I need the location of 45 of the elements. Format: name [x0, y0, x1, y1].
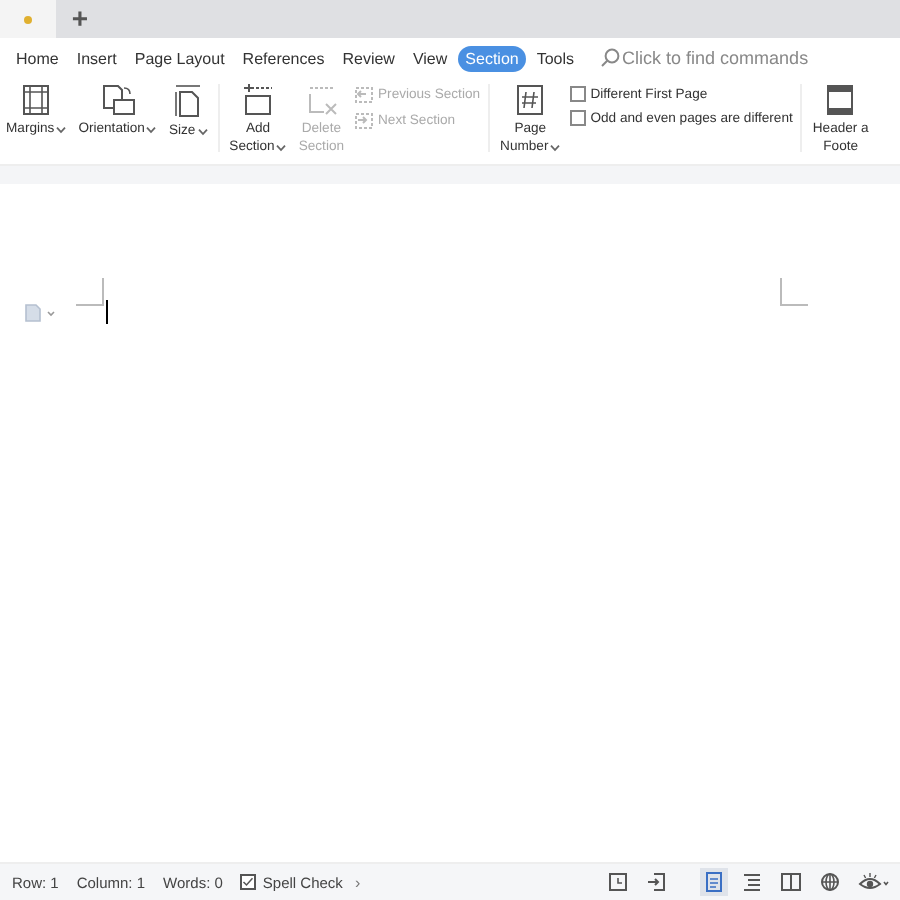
view-button[interactable] [816, 868, 844, 896]
menu-tab[interactable]: Page Layout [126, 45, 233, 71]
margins-icon [22, 84, 51, 116]
caret-icon [146, 125, 157, 133]
view-button[interactable] [642, 868, 670, 896]
page-size-icon [174, 84, 203, 118]
header-footer-icon [826, 84, 855, 116]
caret-icon [56, 125, 67, 133]
caret-icon [197, 127, 208, 135]
text-cursor [106, 300, 108, 324]
add-section-icon [242, 84, 274, 116]
previous-section-icon [354, 86, 375, 104]
globe-icon [820, 872, 840, 892]
view-button[interactable] [700, 868, 728, 896]
view-button[interactable] [776, 868, 806, 896]
checkbox[interactable] [570, 110, 587, 126]
menu-tab[interactable]: Review [334, 45, 403, 71]
view-button[interactable] [738, 868, 766, 896]
checkbox[interactable] [570, 86, 587, 102]
next-section-icon [354, 112, 375, 130]
menu-tab[interactable]: Insert [68, 45, 125, 71]
outline-icon [742, 872, 762, 892]
book-icon [780, 872, 802, 892]
menu-tab[interactable]: Tools [528, 45, 583, 71]
menu-tab[interactable]: Home [8, 45, 67, 71]
caret-icon [276, 143, 287, 151]
more-button[interactable]: › [354, 873, 361, 891]
corner-mark [76, 278, 104, 306]
eye-icon [858, 872, 890, 892]
unsaved-dot [24, 15, 32, 23]
checkbox[interactable] [240, 874, 257, 890]
search-icon [600, 48, 621, 68]
menu-tab[interactable]: View [404, 45, 456, 71]
page-view-icon [704, 872, 724, 892]
delete-section-icon [305, 84, 338, 116]
clock-icon [608, 872, 628, 892]
new-tab-button[interactable]: + [56, 0, 104, 38]
exit-icon [646, 872, 666, 892]
view-button[interactable] [604, 868, 632, 896]
orientation-icon [99, 84, 136, 116]
command-search-field[interactable]: Click to find commands [600, 48, 843, 68]
corner-mark [780, 278, 808, 306]
menu-tab[interactable]: References [234, 45, 333, 71]
page-number-icon [516, 84, 545, 116]
caret-icon [550, 143, 561, 151]
